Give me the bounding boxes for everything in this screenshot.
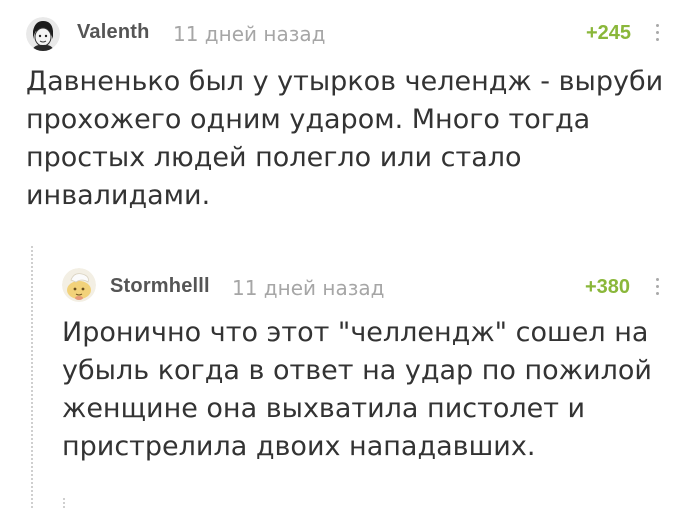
- more-dots-icon[interactable]: [655, 24, 661, 45]
- thread-line: [31, 246, 33, 508]
- comment-rating: +380: [585, 276, 631, 298]
- thread-line-nested: [63, 498, 65, 508]
- more-dots-icon[interactable]: [655, 278, 661, 299]
- avatar-valenth[interactable]: [26, 17, 60, 51]
- comment-text: Иронично что этот "челлендж" сошел на уб…: [62, 317, 652, 462]
- comment-time[interactable]: 11 дней назад: [173, 22, 325, 46]
- comment-rating: +245: [586, 22, 632, 44]
- comment-author[interactable]: Valenth: [77, 21, 150, 44]
- comment-time[interactable]: 11 дней назад: [232, 276, 384, 300]
- comment-author[interactable]: Stormhelll: [110, 275, 210, 298]
- avatar-stormhelll[interactable]: [62, 268, 96, 302]
- comment-text: Давненько был у утырков челендж - выруби…: [26, 66, 664, 211]
